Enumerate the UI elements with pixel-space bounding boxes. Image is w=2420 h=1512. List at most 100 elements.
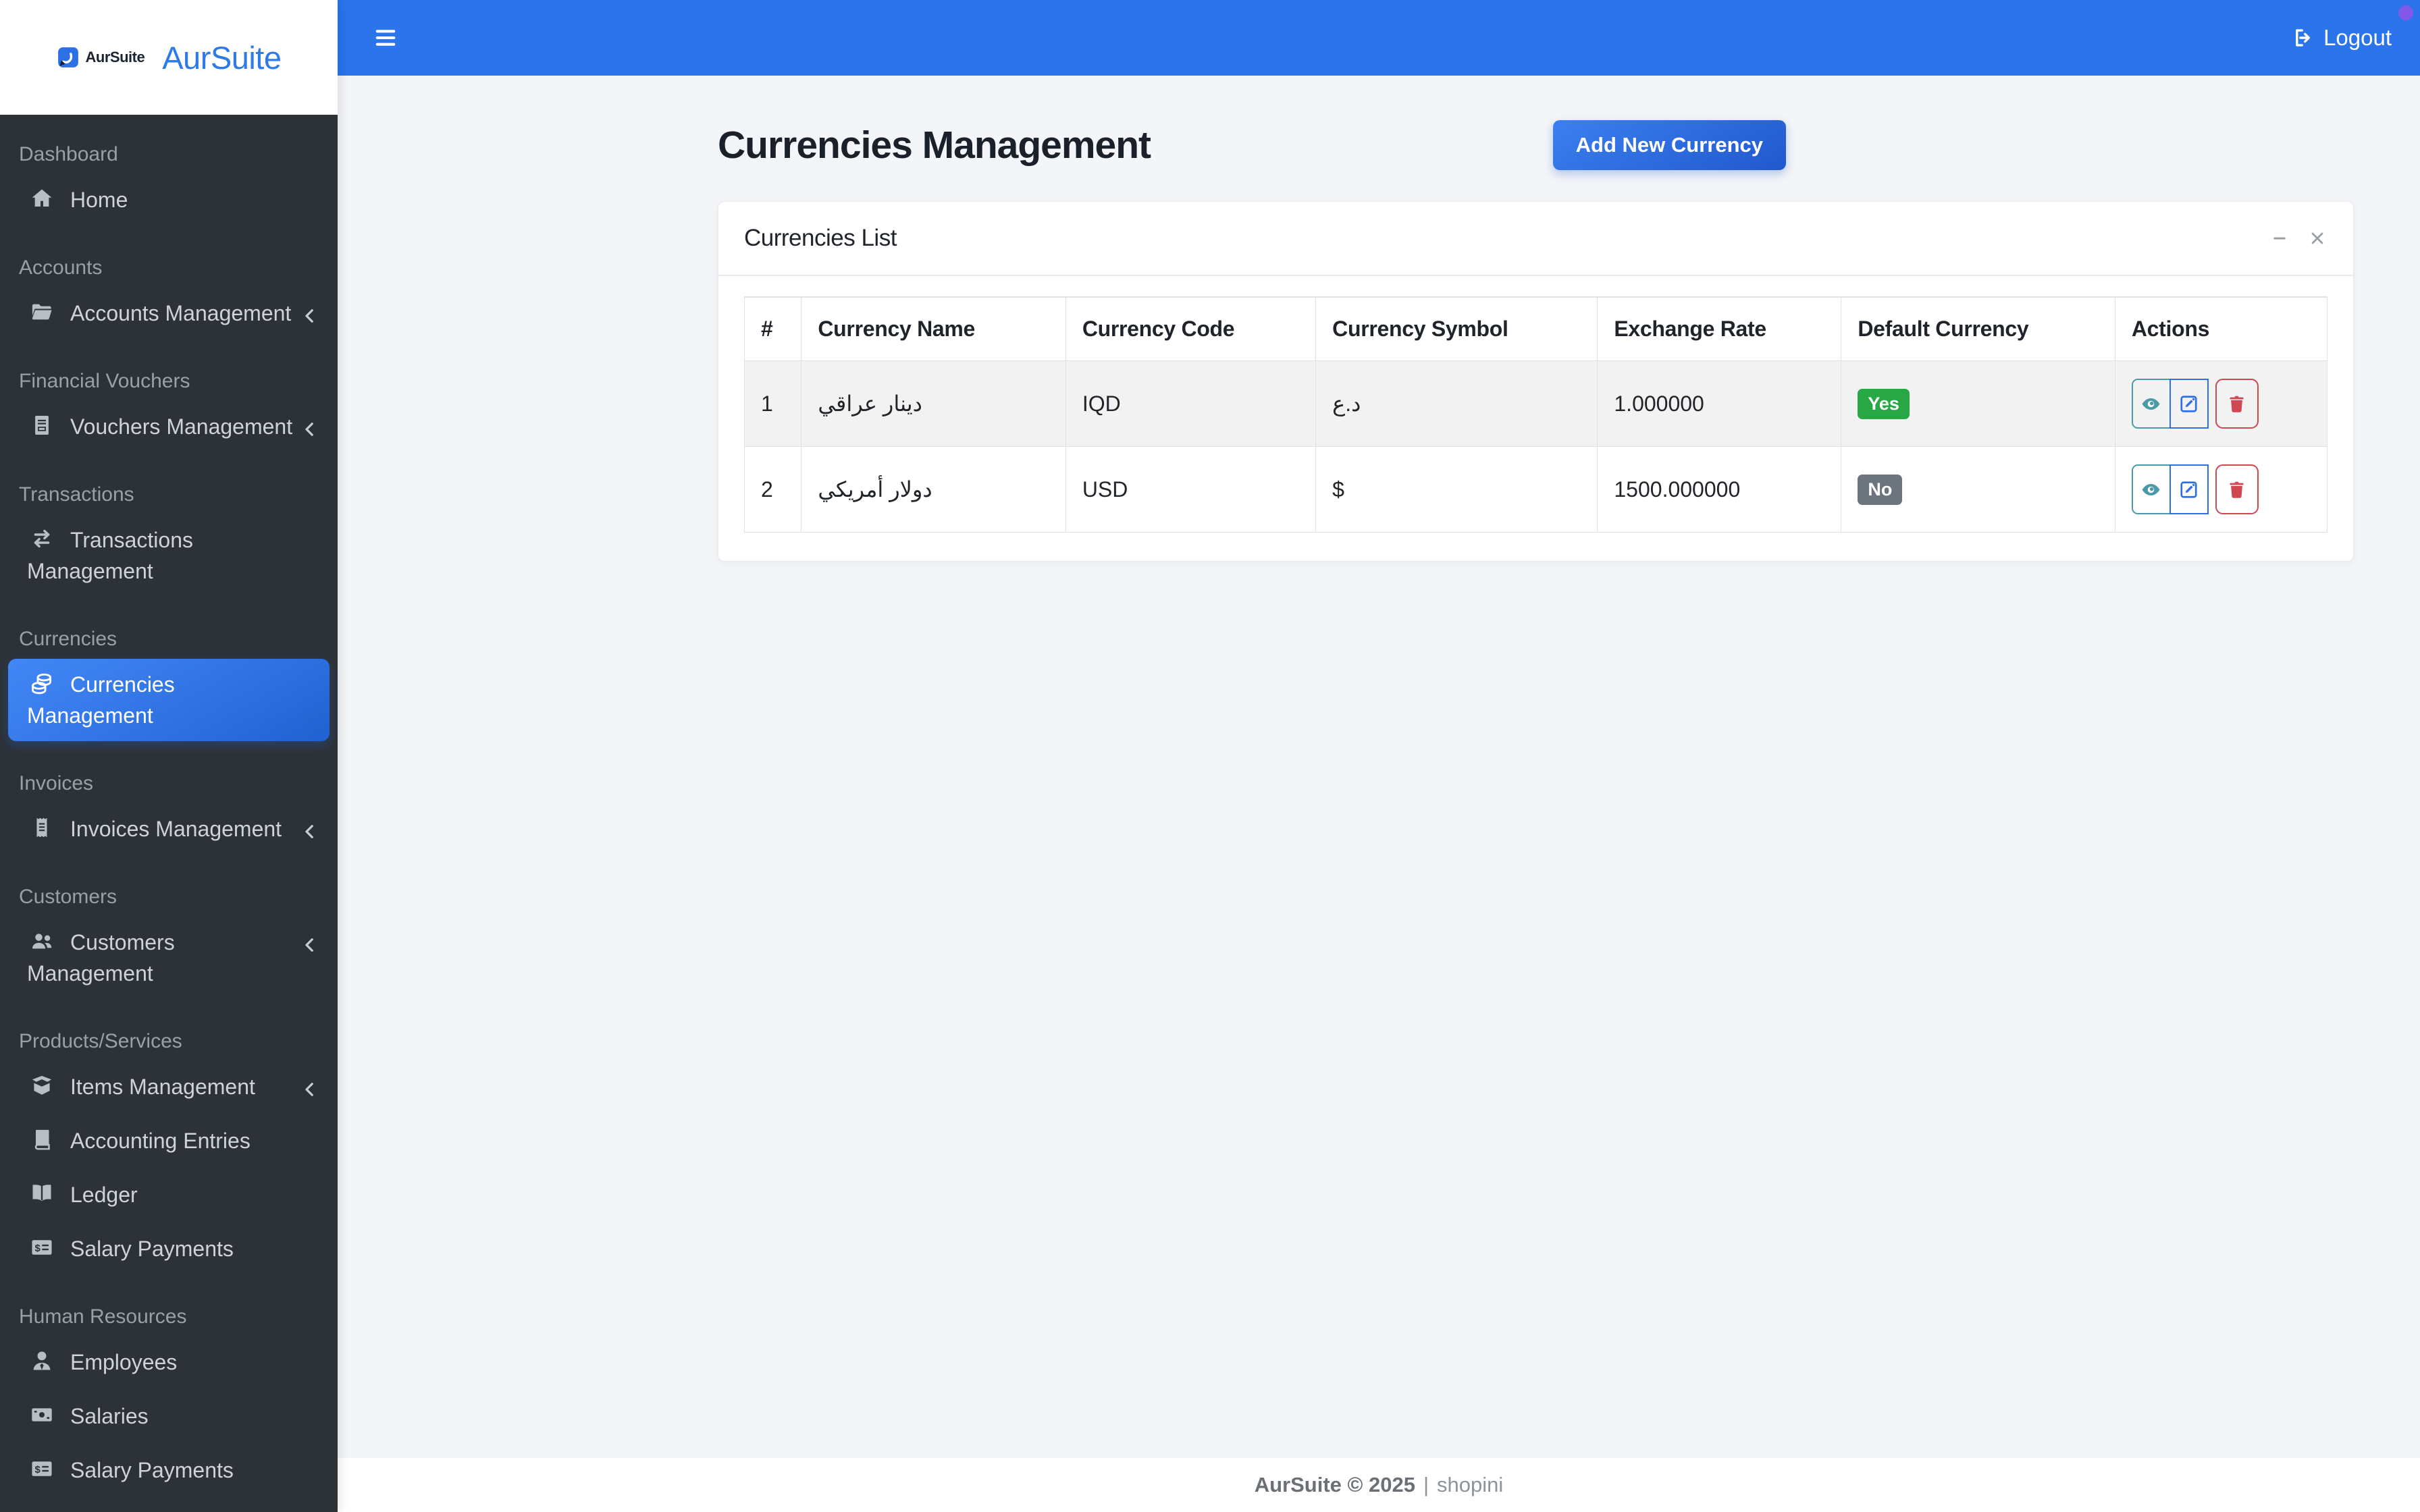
column-header-number: #	[743, 296, 802, 361]
chevron-left-icon	[300, 935, 320, 955]
card-tools	[2269, 228, 2327, 248]
table-header-row: # Currency Name Currency Code Currency Symb…	[743, 296, 2328, 361]
chevron-left-icon	[300, 306, 320, 326]
menu-toggle-button[interactable]	[373, 25, 398, 51]
footer-site: shopini	[1437, 1473, 1504, 1496]
column-header-currency-code: Currency Code	[1065, 296, 1317, 361]
sign-out-icon	[2291, 26, 2314, 49]
collapse-card-button[interactable]	[2269, 228, 2290, 248]
sidebar: AurSuite AurSuite Dashboard Home Accounts A…	[0, 0, 338, 1512]
sidebar-item-label: Home	[70, 188, 128, 212]
logo-text: AurSuite	[162, 39, 282, 76]
table-row-iqd: 1 دينار عراقي IQD د.ع 1.000000 Yes	[743, 360, 2328, 447]
cell-currency-name: دينار عراقي	[801, 360, 1066, 447]
user-tie-icon	[27, 1349, 57, 1373]
column-header-currency-name: Currency Name	[801, 296, 1066, 361]
add-new-currency-button[interactable]: Add New Currency	[1552, 120, 1786, 170]
delete-currency-button[interactable]	[2215, 464, 2259, 514]
card-body: # Currency Name Currency Code Currency Symb…	[718, 276, 2353, 561]
cell-actions	[2114, 360, 2328, 447]
users-icon	[27, 929, 57, 953]
sidebar-item-employees[interactable]: Employees	[8, 1336, 330, 1388]
sidebar-item-label: Invoices Management	[70, 817, 282, 841]
sidebar-item-label: Salary Payments	[70, 1237, 234, 1261]
edit-currency-button[interactable]	[2169, 464, 2209, 514]
coins-icon	[27, 671, 57, 695]
column-header-exchange-rate: Exchange Rate	[1597, 296, 1842, 361]
view-currency-button[interactable]	[2131, 379, 2171, 429]
chevron-left-icon	[300, 1079, 320, 1100]
sidebar-item-label: Ledger	[70, 1183, 138, 1207]
sidebar-item-label: Vouchers Management	[70, 414, 293, 439]
delete-currency-button[interactable]	[2215, 379, 2259, 429]
exchange-icon	[27, 526, 57, 551]
svg-text:$: $	[35, 1243, 41, 1254]
logout-button[interactable]: Logout	[2291, 25, 2392, 51]
footer-brand: AurSuite © 2025	[1254, 1473, 1415, 1496]
close-card-button[interactable]	[2307, 228, 2327, 248]
cell-default-currency: Yes	[1841, 360, 2115, 447]
sidebar-section-products-services: Products/Services	[19, 1030, 182, 1052]
page-title: Currencies Management	[718, 124, 1151, 167]
money-check-icon: $	[27, 1457, 57, 1481]
folder-open-icon	[27, 300, 57, 324]
footer: AurSuite © 2025 | shopini	[338, 1458, 2420, 1512]
money-bill-icon	[27, 1403, 57, 1427]
edit-pen-icon	[2178, 479, 2199, 500]
sidebar-item-label: Accounting Entries	[70, 1129, 251, 1153]
logout-label: Logout	[2323, 25, 2392, 50]
sidebar-item-label: Salary Payments	[70, 1458, 234, 1482]
book-open-icon	[27, 1181, 57, 1206]
home-icon	[27, 186, 57, 211]
receipt-icon	[27, 815, 57, 840]
sidebar-item-salaries[interactable]: Salaries	[8, 1390, 330, 1442]
cell-currency-name: دولار أمريكي	[801, 446, 1066, 533]
page-header: Currencies Management Add New Currency	[718, 120, 1786, 170]
sidebar-item-accounting-entries[interactable]: Accounting Entries	[8, 1115, 330, 1166]
sidebar-section-human-resources: Human Resources	[19, 1305, 187, 1328]
edit-currency-button[interactable]	[2169, 379, 2209, 429]
minus-icon	[2269, 228, 2290, 248]
sidebar-item-label: Accounts Management	[70, 301, 292, 325]
cell-number: 1	[743, 360, 802, 447]
sidebar-item-salary-payments[interactable]: $ Salary Payments	[8, 1444, 330, 1496]
book-icon	[27, 1127, 57, 1152]
money-check-icon: $	[27, 1235, 57, 1260]
sidebar-logo[interactable]: AurSuite AurSuite	[0, 0, 338, 115]
sidebar-section-customers: Customers	[19, 886, 117, 908]
cell-exchange-rate: 1.000000	[1597, 360, 1842, 447]
sidebar-item-invoices-management[interactable]: Invoices Management	[8, 803, 330, 855]
sidebar-item-salary-payments[interactable]: $ Salary Payments	[8, 1223, 330, 1274]
cell-default-currency: No	[1841, 446, 2115, 533]
sidebar-item-label: Items Management	[70, 1075, 255, 1099]
sidebar-item-items-management[interactable]: Items Management	[8, 1061, 330, 1112]
actions-group	[2131, 464, 2311, 514]
view-currency-button[interactable]	[2131, 464, 2171, 514]
cell-actions	[2114, 446, 2328, 533]
trash-icon	[2226, 394, 2247, 414]
sidebar-item-accounts-management[interactable]: Accounts Management	[8, 288, 330, 339]
sidebar-section-financial-vouchers: Financial Vouchers	[19, 370, 190, 392]
trash-icon	[2226, 479, 2247, 500]
svg-text:$: $	[35, 1464, 41, 1476]
sidebar-section-dashboard: Dashboard	[19, 143, 118, 165]
sidebar-nav: Dashboard Home Accounts Accounts Management…	[0, 115, 338, 1496]
chevron-left-icon	[300, 821, 320, 842]
sidebar-item-home[interactable]: Home	[8, 174, 330, 225]
column-header-actions: Actions	[2114, 296, 2328, 361]
footer-divider: |	[1423, 1473, 1429, 1496]
hamburger-icon	[373, 25, 398, 51]
sidebar-item-currencies-management[interactable]: Currencies Management	[8, 659, 330, 741]
sidebar-item-ledger[interactable]: Ledger	[8, 1169, 330, 1220]
cell-currency-code: IQD	[1065, 360, 1317, 447]
box-open-icon	[27, 1073, 57, 1098]
sidebar-item-customers-management[interactable]: Customers Management	[8, 917, 330, 999]
actions-group	[2131, 379, 2311, 429]
table-row-usd: 2 دولار أمريكي USD $1500.000000 No	[743, 446, 2328, 533]
default-currency-badge: No	[1858, 474, 1903, 505]
sidebar-item-label: Employees	[70, 1350, 178, 1374]
sidebar-item-transactions-management[interactable]: Transactions Management	[8, 514, 330, 597]
cell-currency-symbol: د.ع	[1315, 360, 1598, 447]
card-title: Currencies List	[744, 225, 897, 251]
sidebar-item-vouchers-management[interactable]: Vouchers Management	[8, 401, 330, 452]
